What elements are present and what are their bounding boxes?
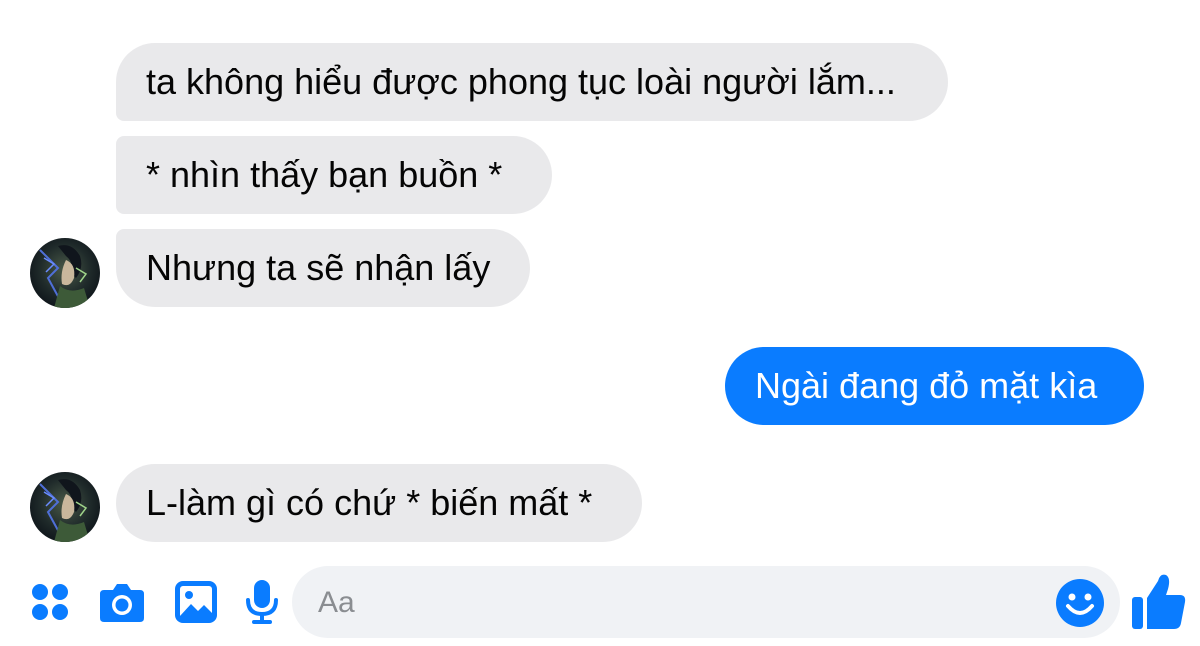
message-input[interactable] <box>316 566 1040 640</box>
message-bubble-incoming[interactable]: L-làm gì có chứ * biến mất * <box>116 464 642 542</box>
message-text: L-làm gì có chứ * biến mất * <box>146 482 593 523</box>
contact-avatar[interactable] <box>30 472 100 542</box>
message-bubble-outgoing[interactable]: Ngài đang đỏ mặt kìa <box>725 347 1144 425</box>
message-input-container[interactable] <box>292 566 1120 640</box>
chat-screen: ta không hiểu được phong tục loài người … <box>0 0 1200 646</box>
emoji-icon[interactable] <box>1055 578 1105 628</box>
message-bubble-incoming[interactable]: * nhìn thấy bạn buồn * <box>116 136 552 214</box>
apps-icon[interactable] <box>30 582 70 622</box>
mic-icon[interactable] <box>244 578 280 626</box>
contact-avatar[interactable] <box>30 238 100 308</box>
avatar-image <box>30 238 100 308</box>
message-text: Ngài đang đỏ mặt kìa <box>755 365 1098 406</box>
image-icon[interactable] <box>174 580 218 624</box>
avatar-image <box>30 472 100 542</box>
message-text: Nhưng ta sẽ nhận lấy <box>146 247 491 288</box>
like-icon[interactable] <box>1130 571 1188 631</box>
message-text: * nhìn thấy bạn buồn * <box>146 154 503 195</box>
message-bubble-incoming[interactable]: ta không hiểu được phong tục loài người … <box>116 43 948 121</box>
camera-icon[interactable] <box>98 580 146 624</box>
message-bubble-incoming[interactable]: Nhưng ta sẽ nhận lấy <box>116 229 530 307</box>
message-text: ta không hiểu được phong tục loài người … <box>146 61 896 102</box>
